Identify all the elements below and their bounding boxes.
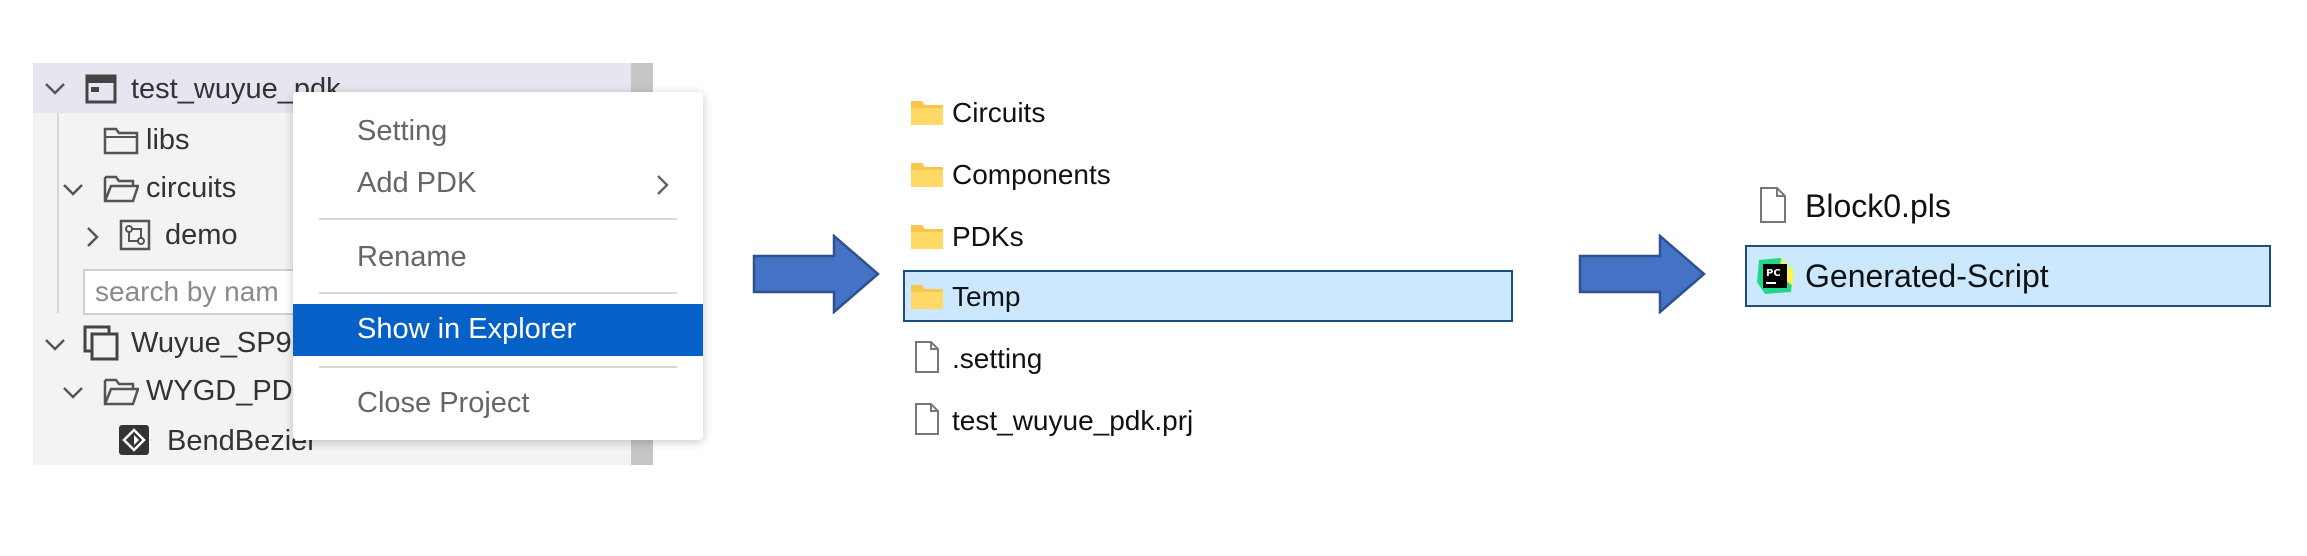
explorer-item-label: .setting bbox=[952, 343, 1043, 374]
folder-icon bbox=[911, 285, 943, 309]
circuit-schematic-icon bbox=[119, 219, 151, 251]
chevron-down-icon[interactable] bbox=[61, 182, 85, 198]
temp-item-generated-script[interactable]: PC Generated-Script bbox=[1755, 250, 2265, 306]
explorer-item-label: Temp bbox=[952, 281, 1021, 312]
explorer-item-label: PDKs bbox=[952, 221, 1024, 252]
chevron-down-icon[interactable] bbox=[43, 337, 67, 353]
file-icon bbox=[915, 403, 939, 435]
temp-item-label: Generated-Script bbox=[1805, 258, 2049, 294]
tree-item-label: libs bbox=[146, 124, 190, 156]
menu-divider bbox=[319, 218, 677, 220]
temp-item-block0[interactable]: Block0.pls bbox=[1755, 180, 2265, 236]
explorer-item-circuits[interactable]: Circuits bbox=[910, 88, 1510, 140]
flow-arrow-icon bbox=[752, 234, 880, 314]
explorer-item-temp[interactable]: Temp bbox=[910, 272, 1510, 324]
folder-icon bbox=[103, 127, 139, 155]
svg-text:PC: PC bbox=[1766, 268, 1781, 279]
context-menu: Setting Add PDK Rename Show in Explorer … bbox=[293, 92, 703, 440]
temp-item-label: Block0.pls bbox=[1805, 188, 1951, 224]
flow-arrow-icon bbox=[1578, 234, 1706, 314]
menu-divider bbox=[319, 292, 677, 294]
folder-open-icon bbox=[103, 378, 139, 406]
menu-item-label: Setting bbox=[357, 115, 448, 147]
explorer-item-components[interactable]: Components bbox=[910, 150, 1510, 202]
menu-divider bbox=[319, 366, 677, 368]
tree-item-label: WYGD_PD bbox=[146, 375, 293, 407]
file-icon bbox=[1760, 187, 1786, 223]
tree-item-label: demo bbox=[165, 219, 238, 251]
folder-open-icon bbox=[103, 175, 139, 203]
explorer-item-project-file[interactable]: test_wuyue_pdk.prj bbox=[910, 396, 1510, 448]
menu-item-add-pdk[interactable]: Add PDK bbox=[293, 158, 703, 210]
menu-item-label: Show in Explorer bbox=[357, 313, 577, 345]
chevron-down-icon[interactable] bbox=[61, 385, 85, 401]
chevron-down-icon[interactable] bbox=[43, 81, 67, 97]
library-stack-icon bbox=[83, 325, 119, 361]
explorer-item-label: test_wuyue_pdk.prj bbox=[952, 405, 1194, 436]
explorer-item-label: Circuits bbox=[952, 97, 1046, 128]
chevron-right-icon[interactable] bbox=[85, 225, 101, 249]
menu-item-rename[interactable]: Rename bbox=[293, 232, 703, 284]
pycharm-icon: PC bbox=[1757, 258, 1793, 294]
menu-item-label: Rename bbox=[357, 241, 467, 273]
folder-icon bbox=[911, 225, 943, 249]
explorer-item-pdks[interactable]: PDKs bbox=[910, 212, 1510, 264]
menu-item-label: Close Project bbox=[357, 387, 530, 419]
explorer-item-label: Components bbox=[952, 159, 1111, 190]
menu-item-setting[interactable]: Setting bbox=[293, 106, 703, 158]
menu-item-show-in-explorer[interactable]: Show in Explorer bbox=[293, 304, 703, 356]
component-diamond-icon bbox=[119, 425, 149, 455]
file-icon bbox=[915, 341, 939, 373]
tree-item-label: Wuyue_SP9 bbox=[131, 327, 292, 359]
folder-icon bbox=[911, 101, 943, 125]
explorer-item-setting[interactable]: .setting bbox=[910, 334, 1510, 386]
project-window-icon bbox=[85, 74, 117, 104]
menu-item-close-project[interactable]: Close Project bbox=[293, 378, 703, 430]
folder-icon bbox=[911, 163, 943, 187]
chevron-right-icon bbox=[657, 175, 669, 195]
tree-item-label: circuits bbox=[146, 172, 237, 204]
menu-item-label: Add PDK bbox=[357, 167, 477, 199]
